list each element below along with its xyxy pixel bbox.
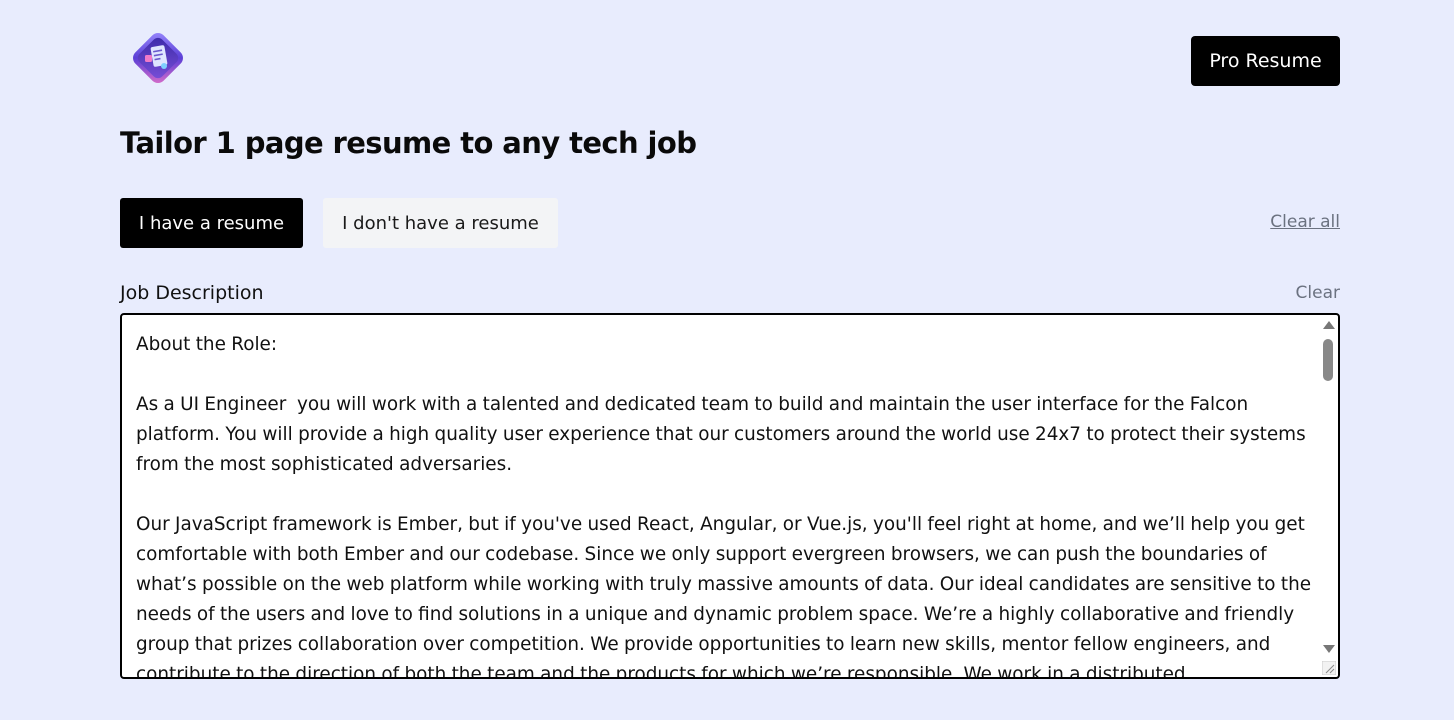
- textarea-scrollbar[interactable]: [1321, 317, 1336, 677]
- page-title: Tailor 1 page resume to any tech job: [120, 126, 697, 160]
- pro-resume-button[interactable]: Pro Resume: [1191, 36, 1340, 86]
- clear-all-link[interactable]: Clear all: [1270, 212, 1340, 232]
- tab-no-resume[interactable]: I don't have a resume: [323, 198, 558, 248]
- job-description-label: Job Description: [120, 282, 264, 304]
- scroll-down-arrow-icon[interactable]: [1323, 645, 1335, 653]
- page: Pro Resume Tailor 1 page resume to any t…: [0, 0, 1454, 720]
- job-description-clear-button[interactable]: Clear: [1296, 283, 1340, 303]
- main-container: Pro Resume Tailor 1 page resume to any t…: [120, 0, 1340, 720]
- resume-diamond-logo-icon[interactable]: [128, 28, 188, 88]
- job-description-textarea[interactable]: About the Role: As a UI Engineer you wil…: [120, 313, 1340, 679]
- resize-handle-icon[interactable]: [1322, 661, 1336, 675]
- scrollbar-thumb[interactable]: [1323, 339, 1333, 381]
- job-description-text[interactable]: About the Role: As a UI Engineer you wil…: [136, 330, 1312, 677]
- scroll-up-arrow-icon[interactable]: [1323, 321, 1335, 329]
- tab-have-resume[interactable]: I have a resume: [120, 198, 303, 248]
